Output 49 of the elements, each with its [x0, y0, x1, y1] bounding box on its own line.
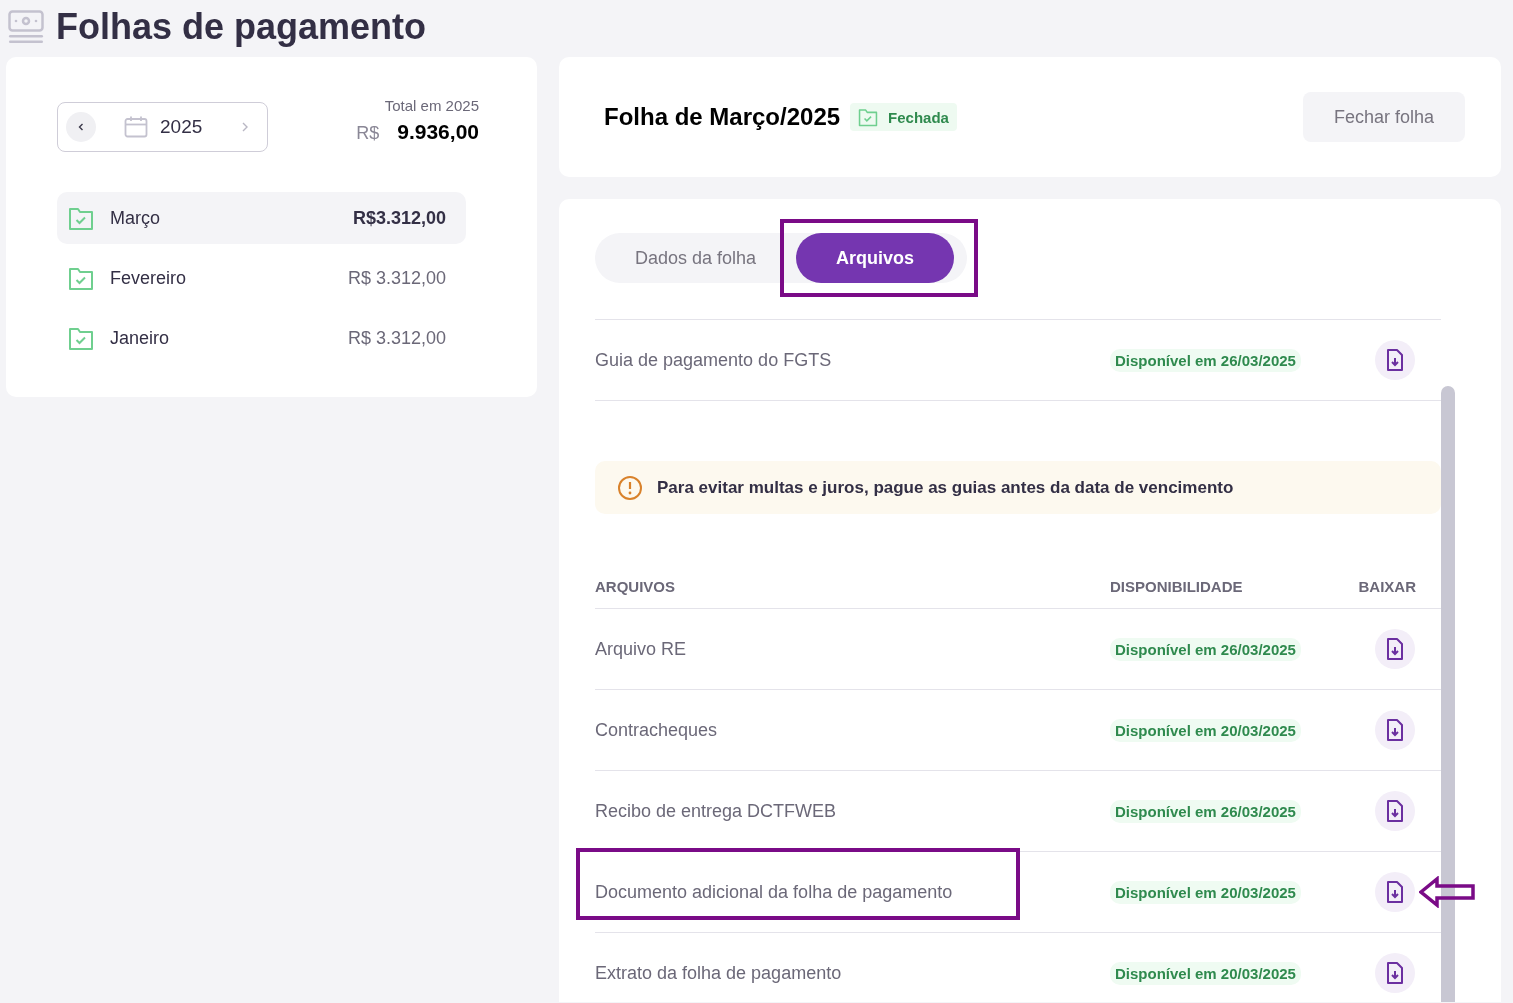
column-header: BAIXAR [1358, 577, 1416, 595]
warning-text: Para evitar multas e juros, pague as guias antes da data de vencimento [657, 477, 1234, 498]
month-amount: R$3.312,00 [352, 207, 446, 229]
scrollbar[interactable] [1441, 386, 1455, 1002]
page-title: Folhas de pagamento [56, 6, 427, 48]
download-icon[interactable] [1375, 953, 1415, 993]
availability-tag: Disponível em 20/03/2025 [1110, 718, 1301, 742]
month-name: Fevereiro [110, 267, 187, 289]
warning-icon [617, 474, 643, 501]
folder-check-icon [68, 325, 94, 351]
download-icon[interactable] [1375, 629, 1415, 669]
total-amount: 9.936,00 [397, 120, 479, 144]
file-name: Guia de pagamento do FGTS [595, 349, 833, 371]
availability-tag: Disponível em 20/03/2025 [1110, 880, 1301, 904]
column-header: DISPONIBILIDADE [1110, 577, 1243, 595]
calendar-icon [124, 116, 148, 138]
month-item[interactable]: Fevereiro R$ 3.312,00 [57, 252, 466, 304]
column-header: ARQUIVOS [595, 577, 676, 595]
payroll-icon [8, 10, 44, 44]
download-icon[interactable] [1375, 710, 1415, 750]
folder-check-icon [68, 205, 94, 231]
availability-tag: Disponível em 26/03/2025 [1110, 348, 1301, 372]
download-icon[interactable] [1375, 791, 1415, 831]
close-sheet-button[interactable]: Fechar folha [1303, 92, 1465, 142]
chevron-left-icon [76, 122, 86, 132]
total-label: Total em 2025 [384, 97, 479, 114]
file-name: Documento adicional da folha de pagamento [595, 881, 953, 902]
file-name: Recibo de entrega DCTFWEB [595, 800, 837, 821]
currency-label: R$ [356, 123, 380, 144]
availability-tag: Disponível em 20/03/2025 [1110, 961, 1301, 985]
tab[interactable]: Dados da folha [595, 233, 797, 283]
year-label: 2025 [160, 116, 203, 138]
month-name: Março [110, 207, 160, 229]
sheet-title: Folha de Março/2025 [604, 103, 841, 131]
download-icon[interactable] [1375, 340, 1415, 380]
availability-tag: Disponível em 26/03/2025 [1110, 799, 1301, 823]
month-name: Janeiro [110, 327, 170, 349]
file-name: Arquivo RE [595, 638, 687, 659]
status-badge: Fechada [850, 103, 957, 131]
file-name: Extrato da folha de pagamento [595, 962, 842, 983]
folder-check-icon [68, 265, 94, 291]
month-amount: R$ 3.312,00 [347, 327, 446, 349]
month-item[interactable]: Janeiro R$ 3.312,00 [57, 312, 466, 364]
month-amount: R$ 3.312,00 [347, 267, 446, 289]
tab[interactable]: Arquivos [796, 233, 955, 283]
month-item[interactable]: Março R$3.312,00 [57, 192, 466, 244]
file-name: Contracheques [595, 719, 718, 740]
download-icon[interactable] [1375, 872, 1415, 912]
availability-tag: Disponível em 26/03/2025 [1110, 637, 1301, 661]
